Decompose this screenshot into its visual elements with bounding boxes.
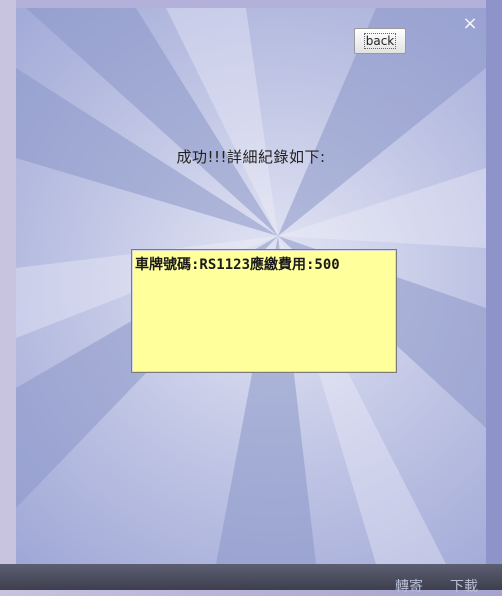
- close-icon[interactable]: ×: [460, 14, 480, 34]
- forward-link[interactable]: 轉寄: [395, 576, 423, 596]
- dialog-window: × back 成功!!!詳細紀錄如下: 車牌號碼:RS1123應繳費用:500: [16, 8, 486, 564]
- record-text-area[interactable]: 車牌號碼:RS1123應繳費用:500: [131, 249, 397, 373]
- download-link[interactable]: 下載: [450, 576, 478, 596]
- success-message: 成功!!!詳細紀錄如下:: [176, 148, 326, 166]
- back-button[interactable]: back: [354, 28, 406, 54]
- bottom-toolbar: 轉寄 下載: [0, 564, 502, 595]
- back-button-label: back: [363, 33, 397, 49]
